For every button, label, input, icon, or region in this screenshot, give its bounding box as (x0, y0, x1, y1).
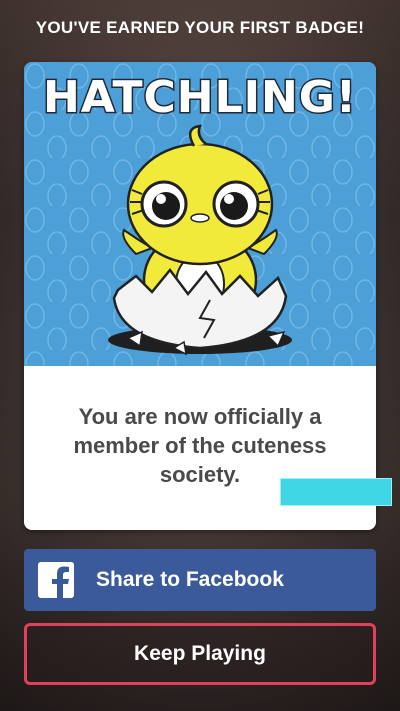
message-line: You are now officially a (78, 404, 322, 429)
keep-playing-label: Keep Playing (134, 642, 266, 665)
page-title: YOU'VE EARNED YOUR FIRST BADGE! (35, 18, 365, 37)
badge-message: You are now officially a member of the c… (44, 402, 356, 489)
badge-art: HATCHLING! (24, 62, 376, 366)
share-to-facebook-label: Share to Facebook (96, 568, 284, 591)
facebook-icon (38, 562, 74, 598)
keep-playing-button[interactable]: Keep Playing (24, 623, 376, 685)
message-line: member of the cuteness (73, 433, 327, 458)
badge-card: HATCHLING! You are now officially a memb… (24, 62, 376, 530)
watermark-overlay (280, 478, 392, 506)
share-to-facebook-button[interactable]: Share to Facebook (24, 549, 376, 611)
badge-name: HATCHLING! (41, 71, 357, 125)
